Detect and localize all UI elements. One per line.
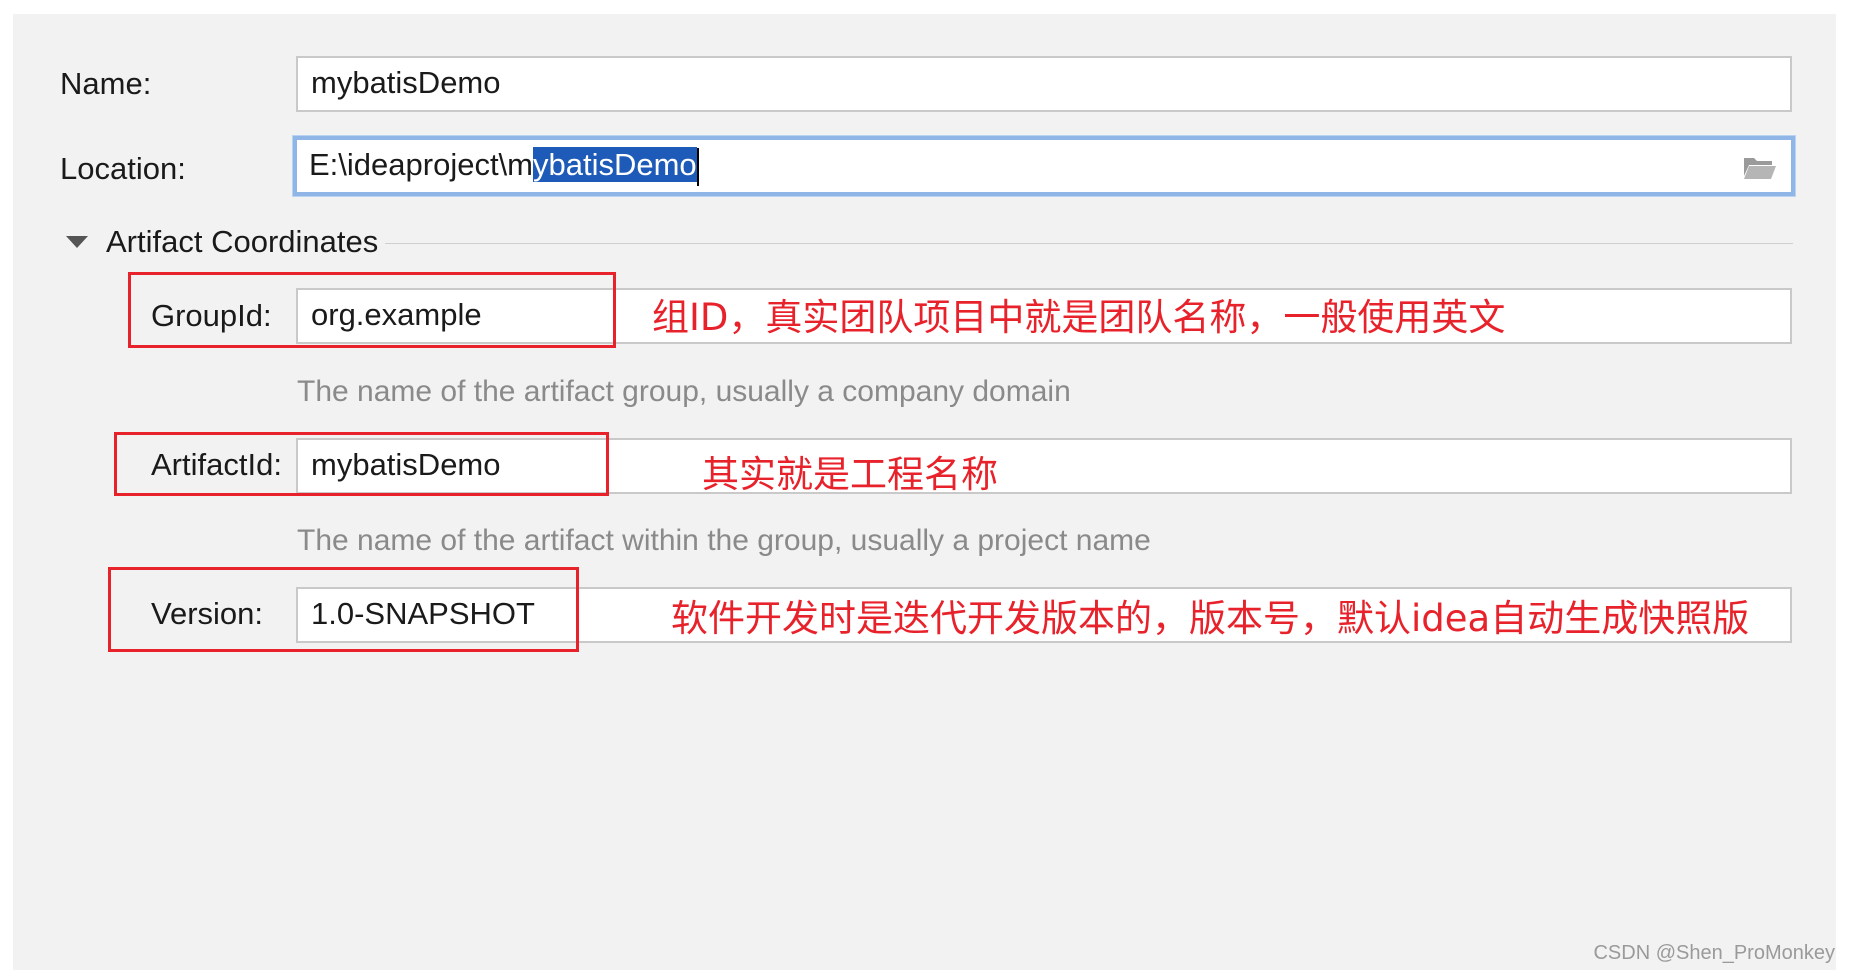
name-field-value: mybatisDemo (311, 65, 501, 100)
version-highlight-box (108, 567, 579, 652)
location-field-value: E:\ideaproject\m (309, 147, 533, 182)
location-label: Location: (60, 151, 186, 186)
section-divider (385, 243, 1793, 244)
location-field[interactable]: E:\ideaproject\mybatisDemo (293, 136, 1795, 196)
watermark: CSDN @Shen_ProMonkey (1593, 942, 1835, 964)
artifactid-highlight-box (114, 432, 609, 496)
section-title[interactable]: Artifact Coordinates (106, 222, 378, 262)
triangle-down-icon[interactable] (66, 236, 88, 248)
name-label: Name: (60, 66, 152, 101)
name-field[interactable]: mybatisDemo (296, 56, 1792, 112)
location-selection: ybatisDemo (533, 147, 697, 182)
folder-open-icon[interactable] (1743, 154, 1777, 180)
groupid-annotation: 组ID，真实团队项目中就是团队名称，一般使用英文 (652, 296, 1506, 339)
artifactid-annotation: 其实就是工程名称 (702, 453, 998, 496)
text-caret (696, 147, 699, 186)
groupid-highlight-box (128, 272, 616, 348)
artifactid-hint: The name of the artifact within the grou… (297, 524, 1151, 557)
groupid-hint: The name of the artifact group, usually … (297, 375, 1071, 408)
version-annotation: 软件开发时是迭代开发版本的，版本号，默认idea自动生成快照版 (671, 597, 1750, 640)
